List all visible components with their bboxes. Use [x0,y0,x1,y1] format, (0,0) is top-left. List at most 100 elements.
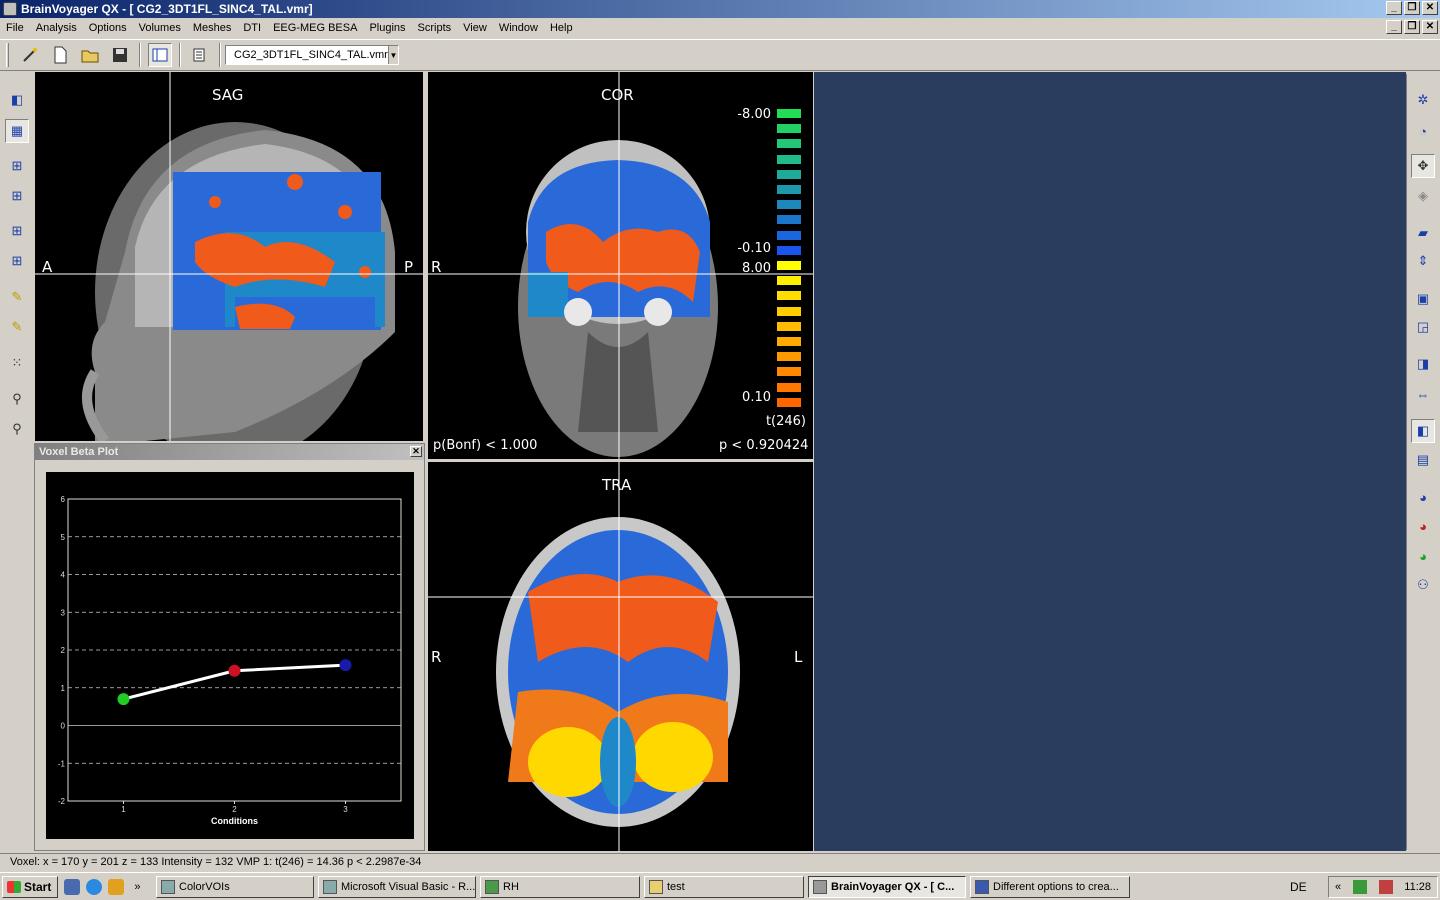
colorbar-swatch [777,291,801,301]
task-visual-basic[interactable]: Microsoft Visual Basic - R... [318,876,476,898]
menu-plugins[interactable]: Plugins [363,22,411,34]
colorbar-swatch [777,215,801,225]
plane-icon[interactable]: ◨ [1411,352,1435,376]
menu-eeg-meg-besa[interactable]: EEG-MEG BESA [267,22,363,34]
app-window-icon [485,880,499,894]
menu-analysis[interactable]: Analysis [30,22,83,34]
beta-plot-title: Voxel Beta Plot [39,446,119,458]
task-test[interactable]: test [644,876,804,898]
colorbar-swatch [777,154,801,164]
grid-view-icon[interactable]: ▦ [5,119,29,143]
open-folder-icon[interactable] [78,43,102,67]
slice-icon[interactable]: ▰ [1411,221,1435,245]
voxel-beta-plot-window: Voxel Beta Plot ✕ 6 5 4 3 2 1 0 -1 -2 1 2 3 Conditio… [34,443,425,851]
transversal-view[interactable]: TRA R L [428,462,813,851]
tra-label: TRA [602,476,632,494]
rotate-icon[interactable]: ◈ [1411,184,1435,208]
doc-restore-button[interactable]: ❐ [1404,20,1420,34]
plane-move-icon[interactable]: ⇔ [1411,382,1435,406]
head-icon[interactable]: ◔ [1411,119,1435,143]
head-side-icon[interactable]: ◕ [1411,485,1435,509]
frame-icon[interactable]: ▣ [1411,287,1435,311]
layout-icon[interactable] [148,43,172,67]
tra-view-icon[interactable]: ⊞ [5,219,29,243]
minimize-button[interactable]: _ [1386,1,1402,15]
brush-alt-icon[interactable]: ✎ [5,315,29,339]
cube-icon[interactable]: ◧ [5,88,29,112]
move-icon[interactable]: ✥ [1411,154,1435,178]
wand-icon[interactable] [18,43,42,67]
menu-help[interactable]: Help [544,22,579,34]
doc-close-button[interactable]: ✕ [1422,20,1438,34]
colorbar-swatch [777,306,801,316]
menu-meshes[interactable]: Meshes [187,22,238,34]
menu-view[interactable]: View [457,22,493,34]
sag-anterior-label: A [42,258,53,276]
p-bonf-label: p(Bonf) < 1.000 [433,438,538,453]
quicklaunch-more-icon[interactable]: » [134,881,140,893]
cor-view-icon[interactable]: ⊞ [5,184,29,208]
menu-file[interactable]: File [0,22,30,34]
beta-plot-area: 6 5 4 3 2 1 0 -1 -2 1 2 3 Conditions [46,472,414,839]
box-icon[interactable]: ◧ [1411,419,1435,443]
menu-volumes[interactable]: Volumes [133,22,187,34]
head-green-icon[interactable]: ◕ [1411,544,1435,568]
colorbar-swatch [777,200,801,210]
task-label: Microsoft Visual Basic - R... [341,881,476,893]
frame-move-icon[interactable]: ◲ [1411,315,1435,339]
menu-options[interactable]: Options [83,22,133,34]
dice-icon[interactable]: ⁙ [5,351,29,375]
tray-expand-icon[interactable]: « [1335,881,1341,893]
brush-icon[interactable]: ✎ [5,285,29,309]
zoom-in-icon[interactable]: ⚲ [5,417,29,441]
close-button[interactable]: ✕ [1422,1,1438,15]
document-selector[interactable]: CG2_3DT1FL_SINC4_TAL.vmr ▼ [225,45,399,65]
task-brainvoyager[interactable]: BrainVoyager QX - [ C... [808,876,966,898]
start-button[interactable]: Start [2,875,59,898]
language-indicator[interactable]: DE [1290,880,1307,894]
multi-view-icon[interactable]: ⊞ [5,249,29,273]
sag-view-icon[interactable]: ⊞ [5,154,29,178]
show-desktop-icon[interactable] [64,878,81,895]
y-tick-label: 3 [61,608,66,617]
zoom-icon[interactable]: ⚲ [5,387,29,411]
boxes-icon[interactable]: ▤ [1411,448,1435,472]
slice-move-icon[interactable]: ⇕ [1411,249,1435,273]
doc-minimize-button[interactable]: _ [1386,20,1402,34]
task-word-doc[interactable]: Different options to crea... [970,876,1130,898]
menu-scripts[interactable]: Scripts [412,22,458,34]
sagittal-view[interactable]: SAG A P [35,72,423,441]
head-red-icon[interactable]: ◕ [1411,514,1435,538]
menu-dti[interactable]: DTI [237,22,267,34]
menu-window[interactable]: Window [493,22,544,34]
task-rh[interactable]: RH [480,876,640,898]
clock: 11:28 [1404,881,1431,893]
cor-label: COR [601,86,634,104]
new-file-icon[interactable] [48,43,72,67]
colorbar-swatch [777,109,801,118]
coronal-view[interactable]: COR R -8.00 -0.10 8.00 0.10 t(246) p(Bon… [428,72,813,459]
empty-workspace [814,72,1406,851]
x-tick-label: 2 [232,805,237,814]
y-tick-label: 6 [61,495,66,504]
toolbar-grip[interactable] [6,43,9,67]
beta-plot-titlebar[interactable]: Voxel Beta Plot ✕ [35,444,424,460]
ie-icon[interactable] [86,878,103,895]
x-tick-label: 1 [121,805,126,814]
chevron-down-icon[interactable]: ▼ [387,46,398,64]
close-icon[interactable]: ✕ [410,446,422,457]
media-player-icon[interactable] [108,878,125,895]
save-icon[interactable] [108,43,132,67]
tra-right-label: R [431,648,442,666]
task-colorvois[interactable]: ColorVOIs [156,876,314,898]
colorbar-swatch [777,139,801,149]
heads-icon[interactable]: ⚇ [1411,573,1435,597]
restore-button[interactable]: ❐ [1404,1,1420,15]
volume-muted-icon[interactable] [1378,880,1393,894]
y-tick-label: 2 [61,646,66,655]
settings-cube-icon[interactable]: ✲ [1411,88,1435,112]
data-point [117,693,130,706]
network-icon[interactable] [1352,880,1367,894]
list-icon[interactable] [188,43,212,67]
right-toolbar: ✲ ◔ ✥ ◈ ▰ ⇕ ▣ ◲ ◨ ⇔ ◧ ▤ ◕ ◕ ◕ ⚇ [1406,74,1440,850]
